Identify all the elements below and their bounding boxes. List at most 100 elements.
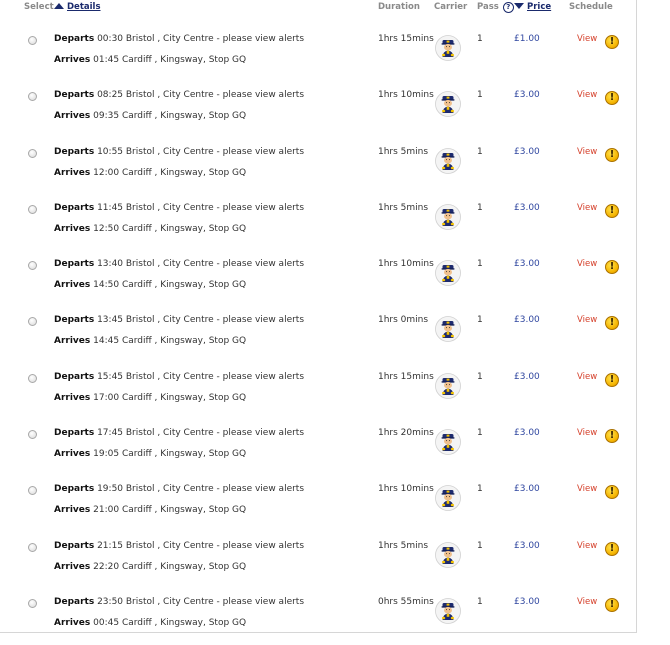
departs-label: Departs bbox=[54, 34, 95, 44]
departs-line: Departs 17:45 Bristol , City Centre - pl… bbox=[54, 428, 304, 438]
arrives-label: Arrives bbox=[54, 449, 91, 460]
warning-icon[interactable]: ! bbox=[605, 203, 619, 218]
duration: 1hrs 5mins bbox=[378, 146, 429, 157]
triangle-up-icon bbox=[54, 3, 64, 9]
view-schedule-link[interactable]: View bbox=[577, 484, 597, 494]
arrives-text: 12:00 Cardiff , Kingsway, Stop GQ bbox=[93, 167, 247, 178]
select-radio[interactable] bbox=[28, 542, 37, 552]
select-radio[interactable] bbox=[28, 261, 37, 271]
warning-icon[interactable]: ! bbox=[605, 91, 619, 106]
pass-count: 1 bbox=[477, 540, 483, 551]
arrives-text: 21:00 Cardiff , Kingsway, Stop GQ bbox=[93, 505, 247, 516]
price: £3.00 bbox=[514, 202, 540, 213]
pass-count: 1 bbox=[477, 315, 483, 326]
arrives-label: Arrives bbox=[54, 55, 91, 65]
select-radio[interactable] bbox=[28, 373, 37, 383]
bus-driver-icon bbox=[435, 598, 461, 624]
select-radio[interactable] bbox=[28, 92, 37, 102]
header-schedule: Schedule bbox=[569, 2, 613, 12]
header-pass: Pass ? bbox=[477, 2, 514, 13]
arrives-line: Arrives 14:45 Cardiff , Kingsway, Stop G… bbox=[54, 336, 246, 346]
departs-text: 19:50 Bristol , City Centre - please vie… bbox=[97, 484, 305, 495]
pass-count: 1 bbox=[477, 146, 483, 157]
select-radio[interactable] bbox=[28, 430, 37, 440]
duration: 1hrs 10mins bbox=[378, 259, 434, 270]
warning-icon[interactable]: ! bbox=[605, 429, 619, 444]
warning-icon[interactable]: ! bbox=[605, 260, 619, 275]
duration: 0hrs 55mins bbox=[378, 596, 434, 607]
arrives-label: Arrives bbox=[54, 392, 91, 403]
select-radio[interactable] bbox=[28, 598, 37, 608]
header-details-label[interactable]: Details bbox=[67, 2, 101, 12]
arrives-label: Arrives bbox=[54, 617, 91, 628]
select-radio[interactable] bbox=[28, 148, 37, 158]
view-schedule-link[interactable]: View bbox=[577, 315, 597, 325]
departs-line: Departs 10:55 Bristol , City Centre - pl… bbox=[54, 147, 304, 157]
warning-icon[interactable]: ! bbox=[605, 372, 619, 387]
view-schedule-link[interactable]: View bbox=[577, 203, 597, 213]
view-schedule-link[interactable]: View bbox=[577, 428, 597, 438]
arrives-text: 17:00 Cardiff , Kingsway, Stop GQ bbox=[93, 392, 247, 403]
departs-label: Departs bbox=[54, 90, 95, 101]
view-schedule-link[interactable]: View bbox=[577, 597, 597, 607]
departs-text: 17:45 Bristol , City Centre - please vie… bbox=[97, 428, 305, 439]
price: £3.00 bbox=[514, 315, 540, 326]
departs-text: 15:45 Bristol , City Centre - please vie… bbox=[97, 371, 305, 382]
departs-label: Departs bbox=[54, 202, 95, 213]
departs-label: Departs bbox=[54, 596, 95, 607]
results-panel: Select Details Duration Carrier Pass ? P… bbox=[0, 0, 637, 633]
view-schedule-link[interactable]: View bbox=[577, 372, 597, 382]
view-schedule-link[interactable]: View bbox=[577, 90, 597, 100]
view-schedule-link[interactable]: View bbox=[577, 259, 597, 269]
select-radio[interactable] bbox=[28, 36, 37, 45]
pass-count: 1 bbox=[477, 596, 483, 607]
journey-list: Departs 00:30 Bristol , City Centre - pl… bbox=[0, 26, 636, 645]
view-schedule-link[interactable]: View bbox=[577, 541, 597, 551]
departs-line: Departs 13:40 Bristol , City Centre - pl… bbox=[54, 259, 304, 269]
arrives-line: Arrives 09:35 Cardiff , Kingsway, Stop G… bbox=[54, 111, 246, 121]
warning-icon[interactable]: ! bbox=[605, 316, 619, 331]
warning-icon[interactable]: ! bbox=[605, 485, 619, 500]
pass-count: 1 bbox=[477, 202, 483, 213]
select-radio[interactable] bbox=[28, 204, 37, 214]
header-duration: Duration bbox=[378, 2, 420, 12]
arrives-label: Arrives bbox=[54, 336, 91, 347]
warning-icon[interactable]: ! bbox=[605, 147, 619, 162]
sort-by-price[interactable]: Price bbox=[514, 2, 551, 12]
departs-line: Departs 08:25 Bristol , City Centre - pl… bbox=[54, 90, 304, 100]
bus-driver-icon bbox=[435, 147, 461, 174]
warning-icon[interactable]: ! bbox=[605, 541, 619, 556]
warning-icon[interactable]: ! bbox=[605, 597, 619, 612]
pass-count: 1 bbox=[477, 371, 483, 382]
select-radio[interactable] bbox=[28, 317, 37, 327]
price: £3.00 bbox=[514, 540, 540, 551]
arrives-label: Arrives bbox=[54, 505, 91, 516]
header-pass-label: Pass bbox=[477, 2, 499, 12]
view-schedule-link[interactable]: View bbox=[577, 34, 597, 44]
departs-label: Departs bbox=[54, 371, 95, 382]
departs-text: 00:30 Bristol , City Centre - please vie… bbox=[97, 34, 305, 44]
arrives-label: Arrives bbox=[54, 223, 91, 234]
pass-count: 1 bbox=[477, 259, 483, 270]
view-schedule-link[interactable]: View bbox=[577, 147, 597, 157]
header-price-label[interactable]: Price bbox=[527, 2, 551, 12]
question-circle-icon[interactable]: ? bbox=[502, 2, 514, 13]
sort-by-details[interactable]: Details bbox=[54, 2, 101, 12]
departs-text: 13:40 Bristol , City Centre - please vie… bbox=[97, 259, 305, 270]
duration: 1hrs 10mins bbox=[378, 90, 434, 101]
journey-row: Departs 10:55 Bristol , City Centre - pl… bbox=[0, 139, 636, 195]
warning-icon[interactable]: ! bbox=[605, 35, 619, 49]
arrives-line: Arrives 00:45 Cardiff , Kingsway, Stop G… bbox=[54, 618, 246, 628]
departs-label: Departs bbox=[54, 146, 95, 157]
bus-driver-icon bbox=[435, 316, 461, 343]
journey-row: Departs 08:25 Bristol , City Centre - pl… bbox=[0, 82, 636, 138]
departs-text: 23:50 Bristol , City Centre - please vie… bbox=[97, 596, 305, 607]
departs-label: Departs bbox=[54, 428, 95, 439]
pass-count: 1 bbox=[477, 484, 483, 495]
departs-line: Departs 21:15 Bristol , City Centre - pl… bbox=[54, 541, 304, 551]
triangle-down-icon bbox=[514, 3, 524, 9]
select-radio[interactable] bbox=[28, 486, 37, 496]
departs-line: Departs 11:45 Bristol , City Centre - pl… bbox=[54, 203, 304, 213]
arrives-text: 12:50 Cardiff , Kingsway, Stop GQ bbox=[93, 223, 247, 234]
departs-label: Departs bbox=[54, 540, 95, 551]
